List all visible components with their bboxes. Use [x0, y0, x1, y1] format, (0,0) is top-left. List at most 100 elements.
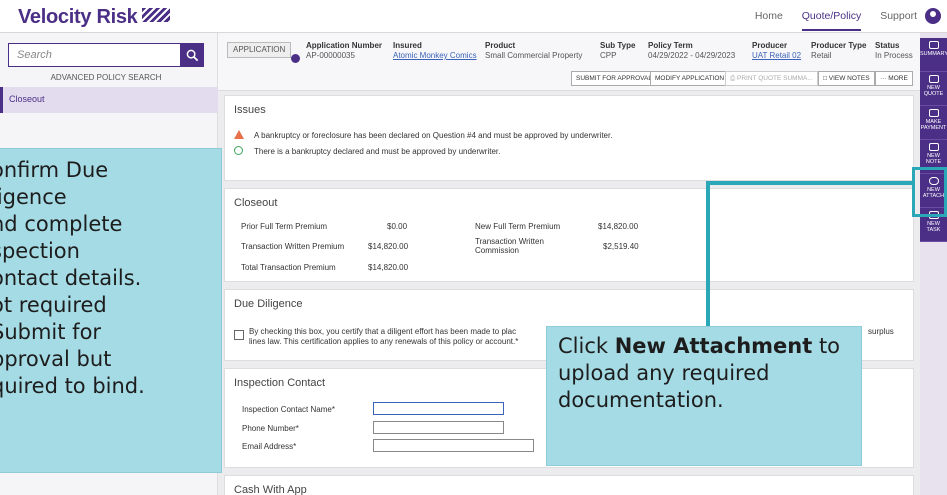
prior-full-term-premium-label: Prior Full Term Premium	[241, 222, 328, 231]
note-icon	[928, 143, 939, 151]
total-transaction-premium-value: $14,820.00	[368, 263, 409, 272]
callout-right-bold: New Attachment	[614, 334, 813, 358]
due-diligence-text-line2: lines law. This certification applies to…	[249, 337, 519, 346]
cash-with-app-title: Cash With App	[234, 484, 307, 495]
closeout-title: Closeout	[234, 197, 278, 209]
check-circle-icon	[234, 146, 243, 155]
due-diligence-checkbox[interactable]	[234, 330, 244, 340]
rail-summary-button[interactable]: SUMMARY	[920, 38, 947, 72]
rail-new-quote-button[interactable]: NEW QUOTE	[920, 72, 947, 106]
chevron-down-icon[interactable]	[291, 54, 300, 63]
due-diligence-callout: onfirm Due ligence nd complete spection …	[0, 148, 222, 473]
new-full-term-premium-label: New Full Term Premium	[475, 222, 561, 231]
producer-link[interactable]: UAT Retail 02	[752, 51, 801, 61]
nav-quote-policy[interactable]: Quote/Policy	[801, 10, 862, 31]
print-quote-summary-label: PRINT QUOTE SUMMA...	[737, 75, 813, 82]
modify-application-button[interactable]: MODIFY APPLICATION	[650, 71, 730, 86]
issue-ok-text: There is a bankruptcy declared and must …	[254, 147, 501, 156]
header-policy-term: Policy Term 04/29/2022 - 04/29/2023	[648, 41, 735, 61]
callout-connector-horizontal	[706, 181, 914, 185]
due-diligence-text-line1: By checking this box, you certify that a…	[249, 327, 517, 336]
callout-right-prefix: Click	[558, 334, 615, 358]
issues-card: Issues A bankruptcy or foreclosure has b…	[224, 95, 914, 181]
action-rail: SUMMARY NEW QUOTE MAKE PAYMENT NEW NOTE …	[920, 33, 947, 495]
submit-for-approval-button[interactable]: SUBMIT FOR APPROVAL	[571, 71, 657, 86]
transaction-written-commission-label: Transaction Written Commission	[475, 237, 544, 256]
application-number-label: Application Number	[306, 41, 383, 50]
insured-label: Insured	[393, 41, 422, 50]
top-nav: Home Quote/Policy Support	[739, 10, 917, 31]
due-diligence-title: Due Diligence	[234, 298, 303, 310]
view-notes-label: VIEW NOTES	[828, 75, 870, 82]
header-sub-type: Sub Type CPP	[600, 41, 635, 61]
email-address-input[interactable]	[373, 439, 534, 452]
issues-title: Issues	[234, 104, 266, 116]
callout-connector-vertical	[706, 183, 710, 328]
email-address-label: Email Address*	[242, 442, 297, 451]
print-quote-summary-button[interactable]: ⎙ PRINT QUOTE SUMMA...	[725, 71, 818, 86]
warning-icon	[234, 130, 244, 139]
nav-support[interactable]: Support	[880, 10, 917, 29]
user-account-icon[interactable]	[925, 8, 941, 24]
prior-full-term-premium-value: $0.00	[387, 222, 408, 231]
header-status: Status In Process	[875, 41, 913, 61]
transaction-written-premium-value: $14,820.00	[368, 242, 409, 251]
view-notes-button[interactable]: □ VIEW NOTES	[818, 71, 875, 86]
sub-type-label: Sub Type	[600, 41, 636, 50]
new-attachment-callout-text: Click New Attachment to upload any requi…	[558, 333, 858, 414]
brand-name: Velocity Risk	[18, 6, 138, 28]
closeout-card: Closeout Prior Full Term Premium $0.00 T…	[224, 188, 914, 282]
search-icon	[186, 49, 198, 61]
inspection-contact-title: Inspection Contact	[234, 377, 326, 389]
inspection-contact-name-label: Inspection Contact Name*	[242, 405, 335, 414]
logo-mark-icon	[141, 8, 170, 22]
producer-label: Producer	[752, 41, 788, 50]
rail-make-payment-label: MAKE PAYMENT	[920, 119, 947, 132]
producer-type-value: Retail	[811, 51, 832, 60]
cash-with-app-card: Cash With App	[224, 475, 914, 495]
sub-type-value: CPP	[600, 51, 617, 60]
new-attachment-callout: Click New Attachment to upload any requi…	[546, 326, 862, 466]
rail-new-task-label: NEW TASK	[926, 221, 941, 234]
inspection-contact-name-input[interactable]	[373, 402, 504, 415]
status-label: Status	[875, 41, 900, 50]
producer-type-label: Producer Type	[811, 41, 867, 50]
product-value: Small Commercial Property	[485, 51, 583, 60]
status-value: In Process	[875, 51, 913, 60]
payment-icon	[928, 109, 939, 117]
due-diligence-callout-text: onfirm Due ligence nd complete spection …	[0, 158, 145, 398]
new-full-term-premium-value: $14,820.00	[598, 222, 639, 231]
nav-home[interactable]: Home	[755, 10, 783, 29]
more-button[interactable]: ··· MORE	[875, 71, 913, 86]
new-attachment-highlight	[912, 167, 947, 217]
rail-new-note-label: NEW NOTE	[925, 153, 942, 166]
application-number-value: AP-00000035	[306, 51, 355, 60]
phone-number-label: Phone Number*	[242, 424, 299, 433]
rail-summary-label: SUMMARY	[920, 51, 947, 57]
search-input[interactable]: Search	[8, 43, 186, 67]
printer-icon: ⎙	[730, 75, 738, 82]
insured-link[interactable]: Atomic Monkey Comics	[393, 51, 477, 61]
policy-term-value: 04/29/2022 - 04/29/2023	[648, 51, 736, 60]
advanced-policy-search-link[interactable]: ADVANCED POLICY SEARCH	[8, 73, 204, 82]
transaction-written-commission-value: $2,519.40	[603, 242, 639, 251]
issue-warning-text: A bankruptcy or foreclosure has been dec…	[254, 131, 613, 140]
phone-number-input[interactable]	[373, 421, 504, 434]
policy-term-label: Policy Term	[648, 41, 693, 50]
header-insured: Insured Atomic Monkey Comics	[393, 41, 477, 61]
transaction-written-premium-label: Transaction Written Premium	[241, 242, 345, 251]
header-application-number: Application Number AP-00000035	[306, 41, 382, 61]
top-bar: Velocity Risk Home Quote/Policy Support	[0, 0, 947, 33]
summary-icon	[928, 41, 939, 49]
rail-new-quote-label: NEW QUOTE	[923, 85, 944, 98]
header-producer-type: Producer Type Retail	[811, 41, 866, 61]
document-icon	[928, 75, 939, 83]
total-transaction-premium-label: Total Transaction Premium	[241, 263, 336, 272]
rail-make-payment-button[interactable]: MAKE PAYMENT	[920, 106, 947, 140]
sidebar-item-closeout[interactable]: Closeout	[0, 87, 218, 113]
brand-logo[interactable]: Velocity Risk	[18, 6, 170, 29]
due-diligence-text-end: surplus	[868, 327, 894, 336]
header-producer: Producer UAT Retail 02	[752, 41, 801, 61]
search-button[interactable]	[180, 43, 204, 67]
product-label: Product	[485, 41, 516, 50]
